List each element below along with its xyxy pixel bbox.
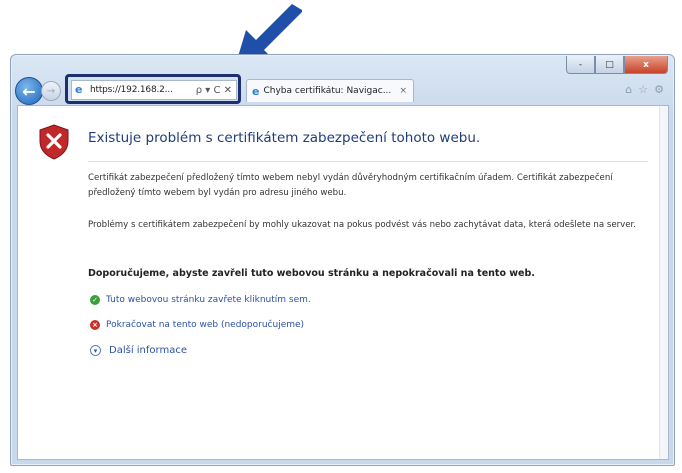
security-warning-text: Problémy s certifikátem zabezpečení by m… bbox=[88, 220, 637, 230]
tab-close-icon[interactable]: × bbox=[399, 86, 407, 96]
continue-link-label[interactable]: Pokračovat na tento web (nedoporučujeme) bbox=[106, 320, 304, 330]
close-page-link-label[interactable]: Tuto webovou stránku zavřete kliknutím s… bbox=[106, 295, 311, 305]
toolbar-icons: ⌂ ☆ ⚙ bbox=[625, 83, 664, 96]
recommendation-text: Doporučujeme, abyste zavřeli tuto webovo… bbox=[88, 268, 535, 279]
star-icon[interactable]: ☆ bbox=[638, 83, 648, 96]
continue-link[interactable]: × Pokračovat na tento web (nedoporučujem… bbox=[90, 320, 304, 330]
chevron-down-icon: ▾ bbox=[90, 345, 101, 356]
close-window-button[interactable]: x bbox=[624, 56, 668, 74]
window-controls: - □ x bbox=[566, 56, 668, 74]
tab-title: Chyba certifikátu: Navigac... bbox=[263, 86, 392, 96]
shield-error-icon bbox=[39, 124, 69, 160]
red-shield-icon: × bbox=[90, 320, 100, 330]
back-button[interactable]: ← bbox=[15, 77, 43, 105]
page-content: Existuje problém s certifikátem zabezpeč… bbox=[17, 105, 669, 460]
scrollbar[interactable] bbox=[659, 106, 668, 459]
maximize-button[interactable]: □ bbox=[595, 56, 624, 74]
close-page-link[interactable]: ✓ Tuto webovou stránku zavřete kliknutím… bbox=[90, 295, 311, 305]
tab-certificate-error[interactable]: e Chyba certifikátu: Navigac... × bbox=[246, 79, 414, 102]
gear-icon[interactable]: ⚙ bbox=[654, 83, 664, 96]
more-info-label[interactable]: Další informace bbox=[109, 345, 187, 356]
green-shield-icon: ✓ bbox=[90, 295, 100, 305]
ie-tab-icon: e bbox=[252, 84, 260, 98]
page-title: Existuje problém s certifikátem zabezpeč… bbox=[88, 130, 481, 146]
divider bbox=[88, 161, 648, 162]
more-info-link[interactable]: ▾ Další informace bbox=[90, 345, 187, 356]
forward-button[interactable]: → bbox=[41, 81, 61, 101]
address-bar-highlight bbox=[65, 74, 241, 104]
home-icon[interactable]: ⌂ bbox=[625, 83, 632, 96]
browser-window: - □ x ← → e https://192.168.2... ρ ▾ C ✕… bbox=[10, 54, 675, 466]
minimize-button[interactable]: - bbox=[566, 56, 595, 74]
certificate-description: Certifikát zabezpečení předložený tímto … bbox=[88, 173, 613, 198]
